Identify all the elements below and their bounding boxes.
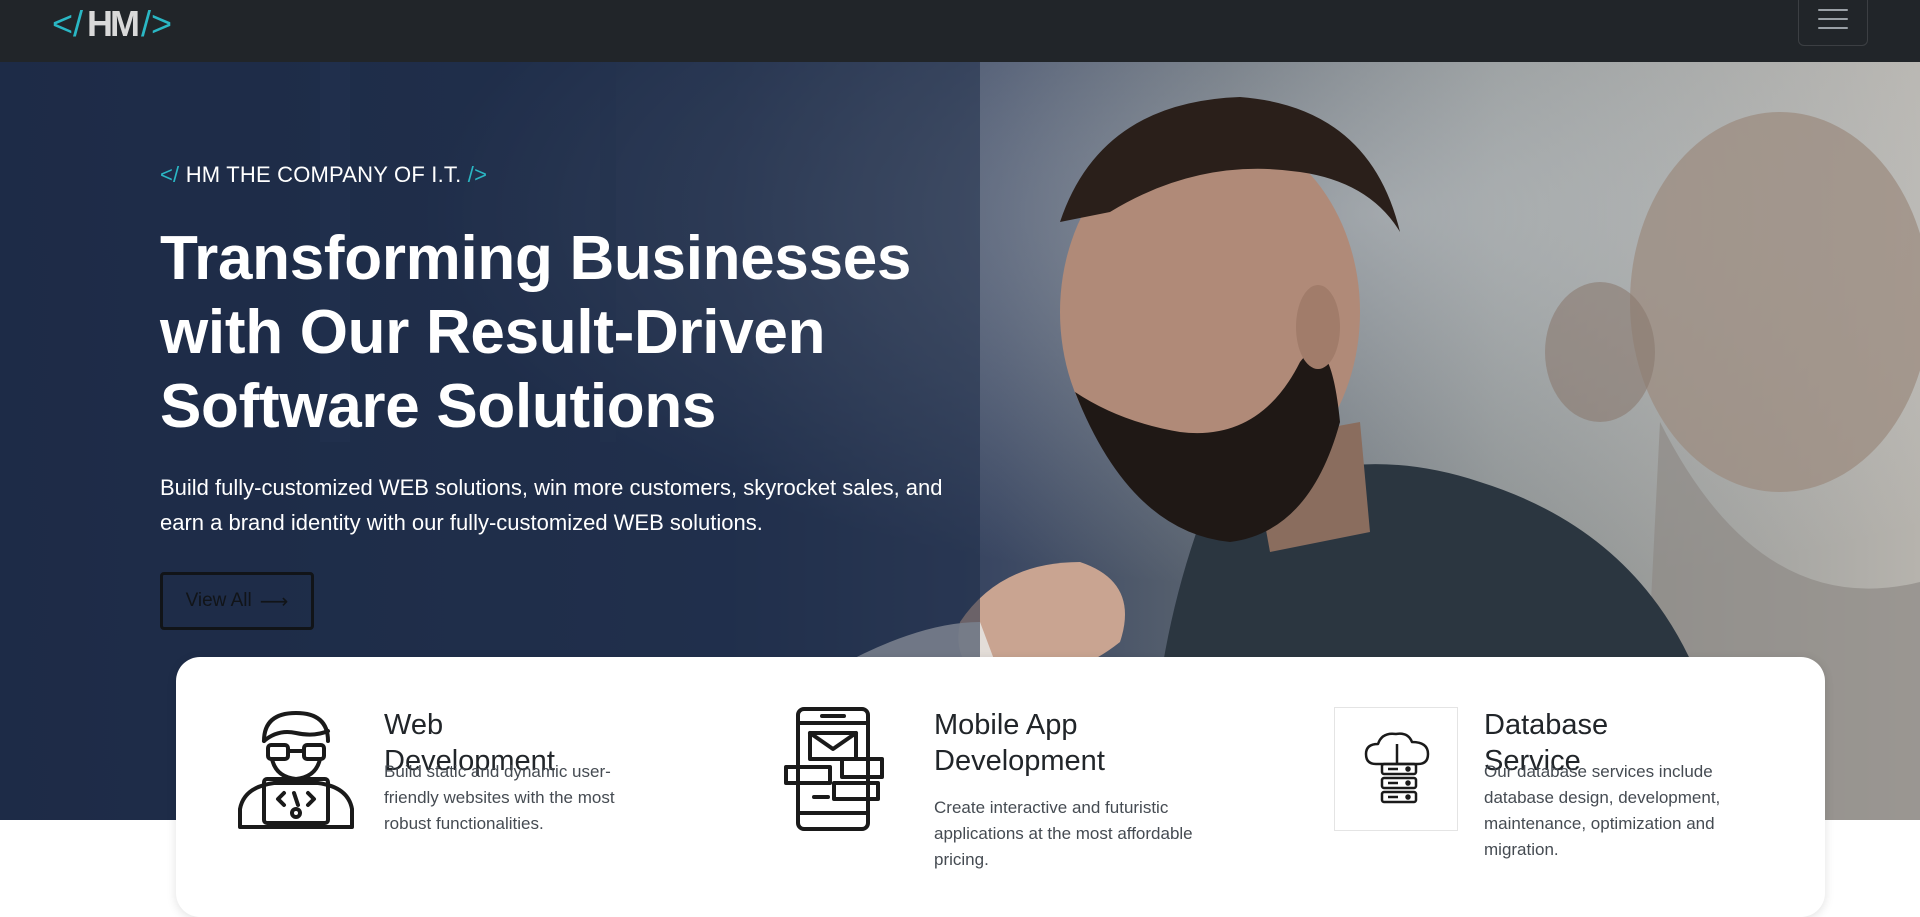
logo-close-bracket: /> bbox=[141, 3, 173, 44]
mobile-app-icon bbox=[784, 707, 884, 831]
eyebrow-close-bracket: /> bbox=[467, 162, 488, 187]
view-all-label: View All bbox=[185, 590, 252, 611]
hamburger-line bbox=[1818, 27, 1848, 29]
view-all-button[interactable]: View All ⟶ bbox=[160, 572, 314, 630]
hamburger-line bbox=[1818, 18, 1848, 20]
service-description: Our database services include database d… bbox=[1484, 762, 1721, 859]
service-description: Build static and dynamic user-friendly w… bbox=[384, 762, 615, 833]
brand-logo[interactable]: </ HM /> bbox=[52, 4, 172, 44]
hero-subtext: Build fully-customized WEB solutions, wi… bbox=[160, 475, 943, 535]
service-description: Create interactive and futuristic applic… bbox=[934, 798, 1193, 869]
hamburger-menu-button[interactable] bbox=[1798, 0, 1868, 46]
logo-text: HM bbox=[87, 3, 140, 44]
eyebrow-text: HM THE COMPANY OF I.T. bbox=[185, 162, 462, 187]
top-navbar: </ HM /> bbox=[0, 0, 1920, 62]
arrow-right-icon: ⟶ bbox=[259, 590, 289, 613]
developer-laptop-icon bbox=[238, 711, 354, 829]
services-card: Web Development Build static and dynamic… bbox=[176, 657, 1825, 917]
hamburger-menu-icon bbox=[1818, 9, 1848, 11]
cloud-database-icon bbox=[1364, 732, 1430, 804]
hero-eyebrow: </ HM THE COMPANY OF I.T. /> bbox=[160, 162, 487, 188]
database-icon-frame bbox=[1334, 707, 1458, 831]
logo-open-bracket: </ bbox=[52, 3, 84, 44]
hero-headline: Transforming Businesses with Our Result-… bbox=[160, 224, 912, 441]
service-title: Mobile App Development bbox=[934, 709, 1105, 777]
eyebrow-open-bracket: </ bbox=[160, 162, 180, 187]
